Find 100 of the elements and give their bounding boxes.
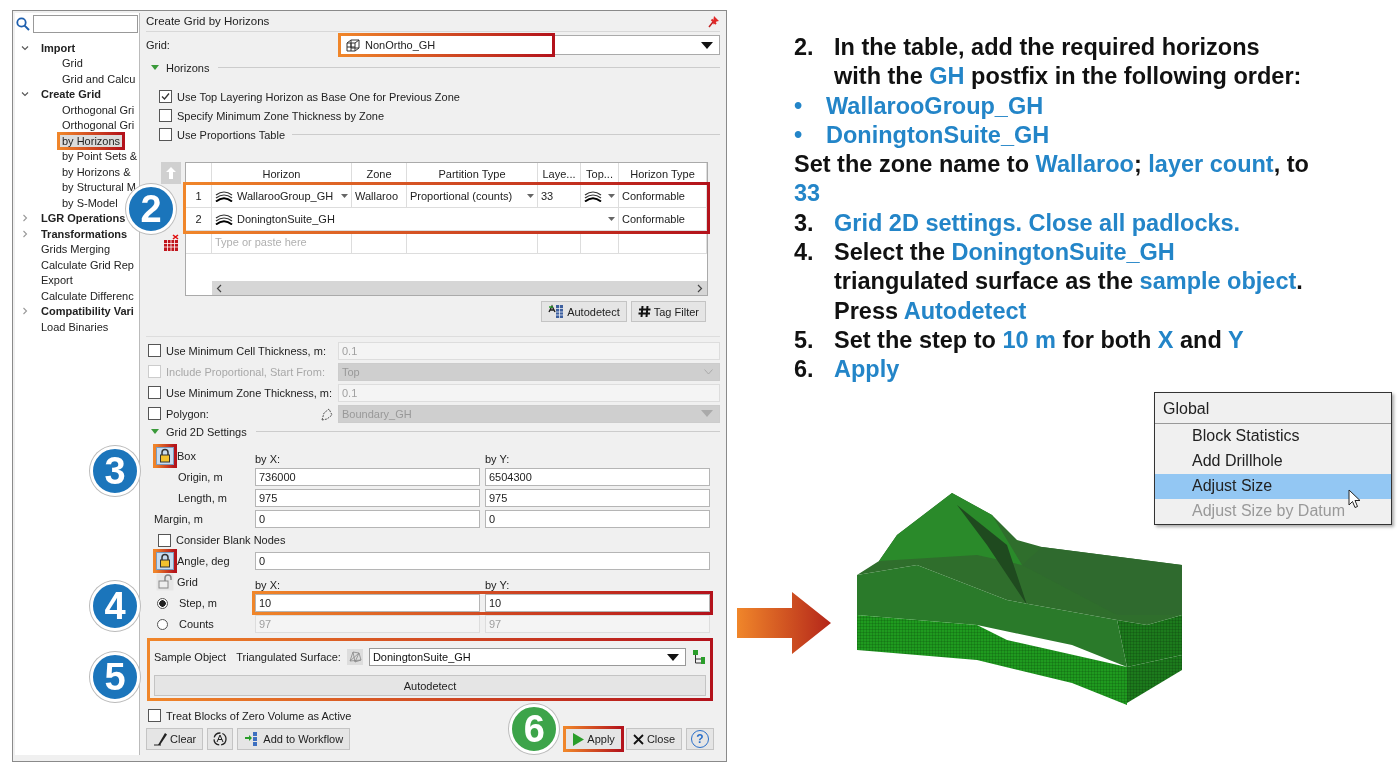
tree-item[interactable]: Export (39, 274, 75, 287)
menu-item[interactable]: Adjust Size (1155, 474, 1391, 499)
input-field[interactable]: 975 (255, 489, 480, 507)
step-number: 3. (794, 208, 815, 238)
delete-rows-icon[interactable] (162, 234, 180, 252)
menu-title: Global (1155, 393, 1391, 424)
tree-item[interactable]: by Horizons & (60, 165, 133, 178)
empty-cell[interactable] (538, 231, 581, 254)
field-label: Origin, m (177, 470, 224, 485)
close-button[interactable]: Close (625, 728, 682, 750)
tree-item[interactable]: Orthogonal Gri (60, 103, 137, 116)
input-field[interactable]: 0 (255, 510, 480, 528)
table-cell[interactable]: WallarooGroup_GH (237, 190, 334, 202)
tree-group[interactable]: Transformations (39, 227, 130, 240)
autodetect-button[interactable]: Autodetect (541, 301, 627, 322)
tree-icon[interactable] (692, 649, 706, 665)
input-field[interactable]: 975 (485, 489, 710, 507)
field-label: Angle, deg (177, 555, 230, 567)
checkbox-label: Use Top Layering Horizon as Base One for Previous Zone (177, 90, 460, 103)
column-label: by X: (255, 578, 282, 591)
column-header[interactable]: Horizon Type (619, 163, 707, 185)
tree-item[interactable]: by Horizons (60, 134, 123, 147)
checkbox[interactable] (148, 709, 161, 722)
checkbox[interactable] (159, 109, 172, 122)
dropdown[interactable]: DoningtonSuite_GH (368, 648, 686, 666)
input-field[interactable]: 0 (485, 510, 710, 528)
checkbox[interactable] (148, 344, 161, 357)
workflow-button[interactable]: Add to Workflow (237, 728, 351, 750)
table-cell[interactable]: Proportional (counts) (410, 190, 513, 202)
input-field[interactable]: 10 (485, 594, 710, 612)
autodetect-button[interactable]: Autodetect (154, 675, 706, 696)
tag-filter-button[interactable]: Tag Filter (630, 301, 706, 322)
expander-icon[interactable] (151, 428, 159, 435)
column-header[interactable]: Horizon (212, 163, 352, 185)
apply-button[interactable]: Apply (565, 728, 622, 750)
clear-button[interactable]: Clear (146, 728, 204, 750)
checkbox[interactable] (159, 128, 172, 141)
tree-item[interactable]: Calculate Differenc (39, 289, 136, 302)
search-field[interactable] (15, 13, 139, 35)
checkbox[interactable] (148, 386, 161, 399)
column-header[interactable]: Zone (352, 163, 407, 185)
column-header[interactable]: Laye... (538, 163, 581, 185)
input-field[interactable]: 736000 (255, 468, 480, 486)
chevron-icon[interactable] (21, 90, 29, 99)
scroll-left-icon[interactable] (216, 283, 222, 293)
checkbox[interactable] (159, 90, 172, 103)
tree-item[interactable]: by Structural M (60, 181, 138, 194)
caret-icon[interactable] (701, 41, 713, 49)
radio-button[interactable] (157, 597, 168, 609)
group-label: Sample Object (154, 651, 227, 663)
tree-item[interactable]: Load Binaries (39, 320, 111, 333)
table-cell[interactable]: 33 (538, 185, 581, 208)
panel-title: Create Grid by Horizons (146, 15, 270, 27)
padlock-closed-icon[interactable] (156, 447, 174, 465)
grid-dropdown[interactable]: NonOrtho_GH (340, 35, 720, 55)
help-button[interactable]: ? (686, 728, 714, 750)
group-label: Grid (177, 576, 198, 588)
input-field[interactable]: 6504300 (485, 468, 710, 486)
empty-cell[interactable] (619, 231, 707, 254)
table-cell[interactable]: DoningtonSuite_GH (237, 213, 604, 225)
horizontal-scrollbar[interactable] (212, 281, 707, 295)
triangulated-surface-icon (346, 649, 363, 665)
checkbox[interactable] (148, 407, 161, 420)
expander-icon[interactable] (151, 64, 159, 71)
tree-item[interactable]: Calculate Grid Rep (39, 258, 136, 271)
table-cell[interactable]: Wallaroo (352, 185, 407, 208)
tree-group[interactable]: Compatibility Vari (39, 305, 136, 318)
caret-icon[interactable] (667, 653, 679, 661)
tree-group[interactable]: Create Grid (39, 88, 103, 101)
chevron-icon[interactable] (21, 43, 29, 52)
layers-icon (584, 190, 602, 202)
empty-cell[interactable] (581, 231, 619, 254)
tree-item[interactable]: Orthogonal Gri (60, 119, 137, 132)
checkbox[interactable] (158, 533, 171, 547)
empty-cell[interactable] (352, 231, 407, 254)
padlock-closed-icon[interactable] (156, 552, 174, 570)
tree-item[interactable]: by S-Model (60, 196, 120, 209)
checkbox-label: Use Minimum Cell Thickness, m: (166, 344, 326, 357)
column-header[interactable]: Partition Type (407, 163, 538, 185)
table-cell[interactable]: Conformable (619, 208, 707, 231)
column-header[interactable]: Top... (581, 163, 619, 185)
polygon-icon[interactable] (320, 406, 334, 421)
tree-group[interactable]: LGR Operations (39, 212, 128, 225)
radio-button[interactable] (157, 618, 168, 630)
refresh-button[interactable] (207, 728, 234, 750)
tree-item[interactable]: Grid (60, 57, 85, 70)
input-field[interactable]: 10 (255, 594, 480, 612)
play-icon (572, 732, 585, 746)
empty-cell[interactable] (407, 231, 538, 254)
tree-item[interactable]: Grids Merging (39, 243, 113, 256)
pin-icon[interactable] (708, 14, 720, 28)
tree-item[interactable]: by Point Sets & (60, 150, 140, 163)
menu-item[interactable]: Block Statistics (1155, 424, 1391, 449)
tree-item[interactable]: Grid and Calcu (60, 72, 138, 85)
table-cell[interactable]: Conformable (619, 185, 707, 208)
group-label: Box (177, 450, 196, 462)
tree-group[interactable]: Import (39, 41, 78, 54)
scroll-right-icon[interactable] (697, 283, 703, 293)
input-field[interactable]: 0 (255, 552, 710, 570)
menu-item[interactable]: Add Drillhole (1155, 449, 1391, 474)
